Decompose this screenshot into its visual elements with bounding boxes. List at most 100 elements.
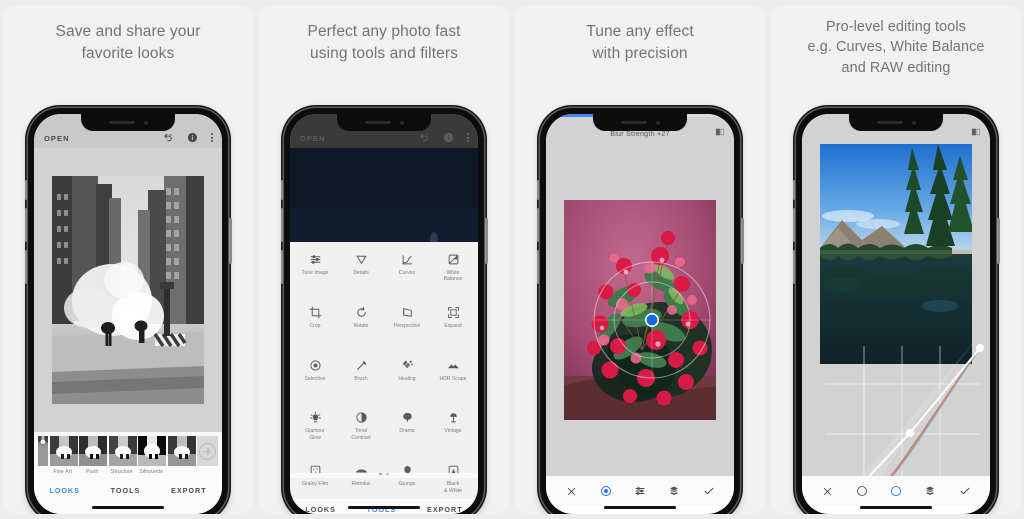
rgb-curve-icon[interactable] — [855, 484, 869, 498]
front-camera — [655, 120, 660, 125]
tool-label: HDR Scape — [439, 375, 467, 382]
undo-history-icon[interactable] — [419, 132, 430, 143]
look-thumbnail[interactable] — [79, 436, 107, 466]
tool-perspective[interactable]: Perspective — [384, 301, 430, 354]
look-thumbnail[interactable] — [108, 436, 137, 466]
luminance-curve-icon[interactable] — [889, 484, 903, 498]
close-icon[interactable] — [820, 484, 834, 498]
headline-tune: Tune any effect with precision — [586, 23, 694, 62]
tool-label: Perspective — [393, 322, 421, 329]
curves-icon — [400, 252, 415, 267]
app-bar-actions — [419, 132, 469, 143]
tool-rotate[interactable]: Rotate — [338, 301, 384, 354]
info-icon[interactable] — [187, 132, 198, 143]
tab-looks[interactable]: LOOKS — [305, 505, 336, 514]
photo-canvas-1[interactable] — [34, 148, 222, 432]
histogram — [862, 334, 980, 476]
master-curve — [868, 347, 981, 476]
tool-drama[interactable]: Drama — [384, 406, 430, 459]
tool-details[interactable]: Details — [338, 248, 384, 301]
edited-photo-lake — [820, 144, 972, 364]
tool-selective[interactable]: Selective — [292, 354, 338, 407]
photo-canvas-4[interactable] — [802, 144, 990, 476]
tab-tools[interactable]: TOOLS — [111, 486, 141, 495]
tool-label: Tonal Contrast — [351, 428, 371, 441]
overflow-menu-icon[interactable] — [467, 133, 469, 142]
open-button[interactable]: OPEN — [44, 134, 70, 143]
notch — [849, 114, 943, 131]
tool-vintage[interactable]: Vintage — [430, 406, 476, 459]
earpiece-speaker — [108, 121, 135, 124]
tool-label: Black & White — [444, 481, 462, 494]
add-look-icon[interactable] — [197, 436, 218, 466]
tool-label: Expand — [444, 322, 462, 329]
tab-export[interactable]: EXPORT — [171, 486, 207, 495]
notch — [81, 114, 175, 131]
page-indicator — [290, 473, 478, 478]
close-icon[interactable] — [564, 484, 578, 498]
home-indicator — [860, 505, 932, 509]
power-button — [997, 218, 1000, 264]
adjust-sliders-icon[interactable] — [633, 484, 647, 498]
tool-tune-image[interactable]: Tune Image — [292, 248, 338, 301]
check-icon[interactable] — [958, 484, 972, 498]
front-camera — [399, 120, 404, 125]
overflow-menu-icon[interactable] — [211, 133, 213, 142]
looks-labels: Fine Art Push Structure Silhouette — [38, 469, 218, 475]
promo-card-pro: Pro-level editing tools e.g. Curves, Whi… — [771, 5, 1021, 514]
lens-blur-icon[interactable] — [599, 484, 613, 498]
look-thumbnail[interactable] — [49, 436, 78, 466]
home-indicator — [348, 505, 420, 509]
tool-label: Selective — [304, 375, 326, 382]
look-thumbnail[interactable] — [38, 436, 48, 466]
tab-looks[interactable]: LOOKS — [49, 486, 80, 495]
tab-export[interactable]: EXPORT — [427, 505, 463, 514]
amber-channel-curve — [890, 347, 981, 476]
device-frame-3: Blur Strength +27 — [536, 108, 744, 514]
tool-label: Crop — [309, 322, 321, 329]
earpiece-speaker — [364, 121, 391, 124]
check-icon[interactable] — [702, 484, 716, 498]
compare-icon[interactable] — [971, 127, 981, 137]
promo-card-looks: Save and share your favorite looks OPEN — [3, 5, 253, 514]
healing-icon — [400, 358, 415, 373]
stack-layers-icon[interactable] — [923, 484, 937, 498]
earpiece-speaker — [876, 121, 903, 124]
look-thumbnail[interactable] — [138, 436, 166, 466]
rotate-icon — [354, 305, 369, 320]
tool-label: Grainy Film — [301, 481, 329, 488]
drama-icon — [400, 410, 415, 425]
tool-healing[interactable]: Healing — [384, 354, 430, 407]
home-indicator — [92, 505, 164, 509]
red-channel-curve — [890, 347, 981, 476]
looks-strip: Fine Art Push Structure Silhouette — [34, 432, 222, 482]
tool-hdr-scape[interactable]: HDR Scape — [430, 354, 476, 407]
tool-brush[interactable]: Brush — [338, 354, 384, 407]
headline-pro: Pro-level editing tools e.g. Curves, Whi… — [807, 19, 985, 76]
info-icon[interactable] — [443, 132, 454, 143]
headline-tools: Perfect any photo fast using tools and f… — [307, 23, 461, 62]
volume-down-button — [536, 250, 539, 284]
compare-icon[interactable] — [715, 127, 725, 137]
tool-crop[interactable]: Crop — [292, 301, 338, 354]
plus-icon — [199, 442, 216, 460]
photo-canvas-3[interactable] — [546, 144, 734, 476]
tool-tonal-contrast[interactable]: Tonal Contrast — [338, 406, 384, 459]
tool-glamour-glow[interactable]: Glamour Glow — [292, 406, 338, 459]
screenshot-gallery: Save and share your favorite looks OPEN — [0, 0, 1024, 519]
look-thumbnail[interactable] — [167, 436, 196, 466]
tool-white-balance[interactable]: White Balance — [430, 248, 476, 301]
page-dot[interactable] — [386, 473, 389, 475]
tool-label: Brush — [354, 375, 368, 382]
tool-label: White Balance — [443, 270, 463, 283]
bottom-toolbar-4 — [802, 476, 990, 506]
crop-icon — [308, 305, 323, 320]
tool-expand[interactable]: Expand — [430, 301, 476, 354]
stack-layers-icon[interactable] — [667, 484, 681, 498]
open-button[interactable]: OPEN — [300, 134, 326, 143]
promo-card-tools: Perfect any photo fast using tools and f… — [259, 5, 509, 514]
page-dot[interactable] — [379, 473, 382, 475]
undo-history-icon[interactable] — [163, 132, 174, 143]
hdr-scape-icon — [446, 358, 461, 373]
tool-curves[interactable]: Curves — [384, 248, 430, 301]
